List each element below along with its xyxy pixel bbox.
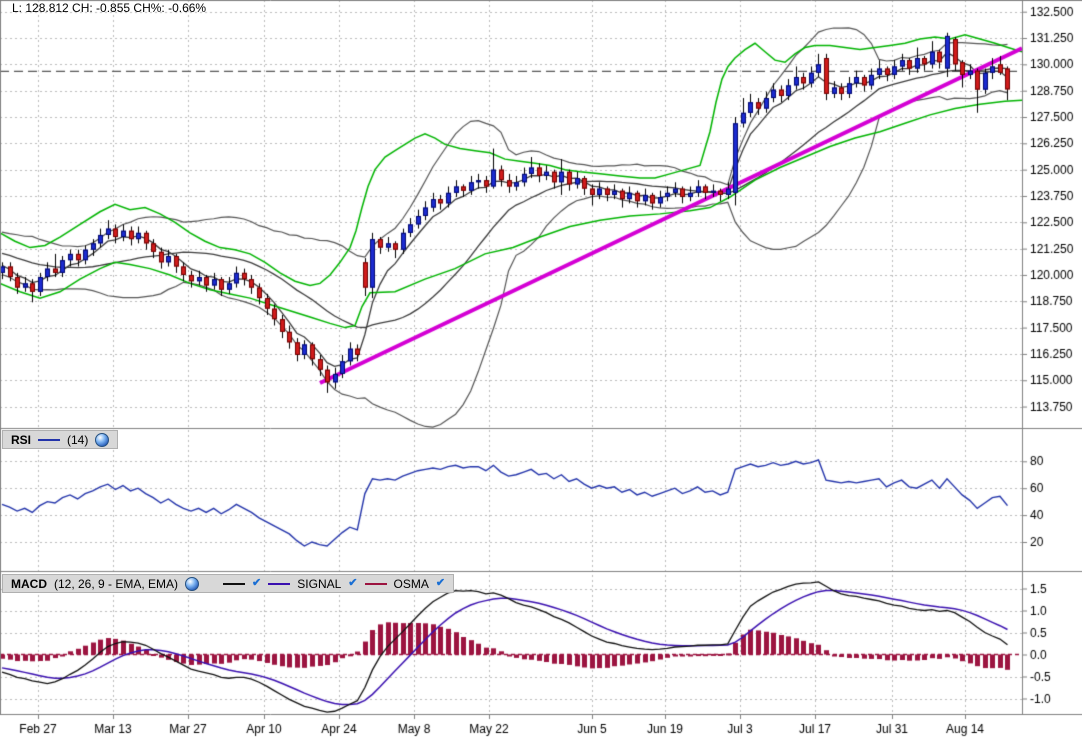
osma-label: OSMA [393, 576, 429, 591]
globe-icon[interactable] [185, 576, 200, 591]
osma-checkbox[interactable]: ✔ [436, 578, 445, 589]
macd-line-checkbox[interactable]: ✔ [252, 578, 261, 589]
signal-line-sample [268, 582, 291, 585]
macd-header: MACD (12, 26, 9 - EMA, EMA) ✔ SIGNAL ✔ O… [2, 574, 455, 593]
macd-params: (12, 26, 9 - EMA, EMA) [54, 576, 179, 591]
rsi-header: RSI (14) [2, 430, 119, 449]
trading-chart-window: L: 128.812 CH: -0.855 CH%: -0.66% RSI (1… [0, 0, 1082, 744]
macd-line-sample [223, 582, 246, 585]
rsi-params: (14) [67, 432, 89, 447]
chart-canvas[interactable] [0, 0, 1082, 744]
rsi-line-sample [38, 438, 61, 441]
rsi-title: RSI [11, 432, 32, 447]
globe-icon[interactable] [95, 432, 110, 447]
signal-checkbox[interactable]: ✔ [348, 578, 357, 589]
signal-label: SIGNAL [297, 576, 342, 591]
macd-title: MACD [11, 576, 47, 591]
quote-label: L: 128.812 CH: -0.855 CH%: -0.66% [12, 1, 207, 15]
osma-line-sample [364, 582, 387, 585]
